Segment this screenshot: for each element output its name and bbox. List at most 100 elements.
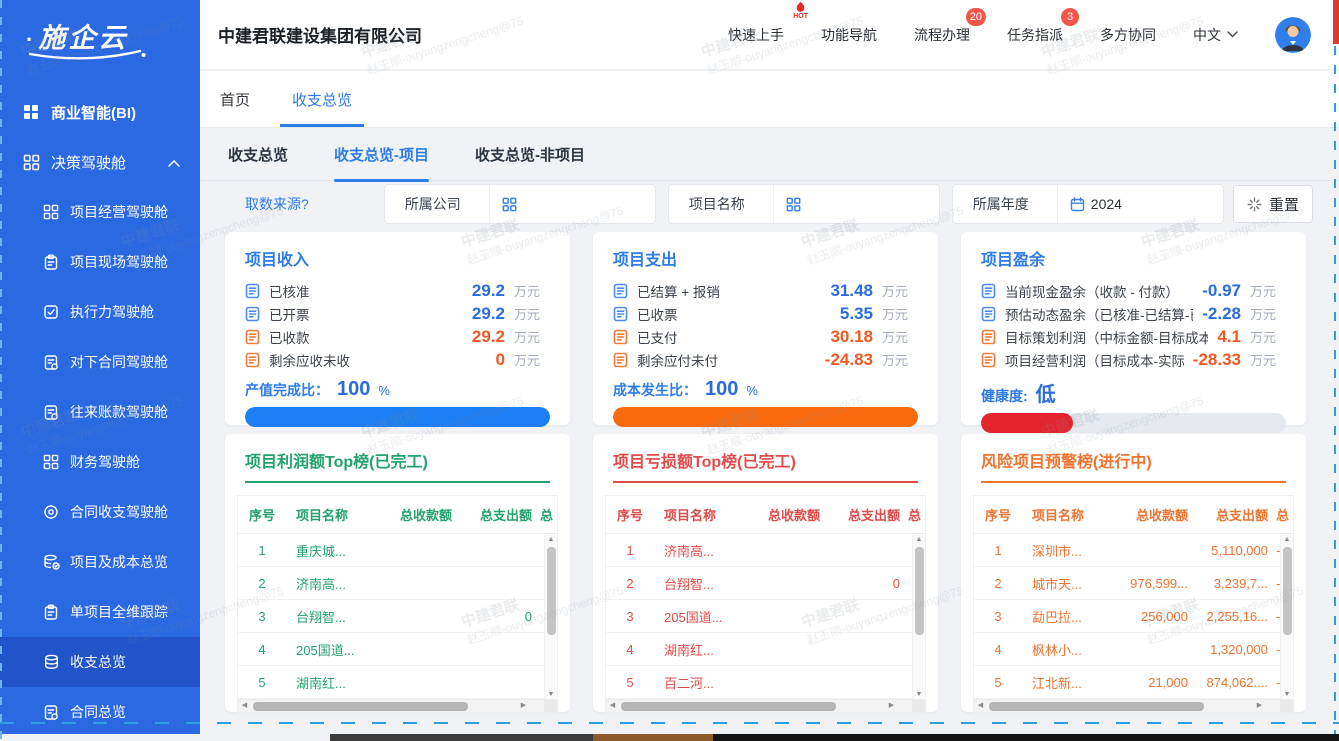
scrollbar-thumb[interactable]: [915, 547, 924, 635]
vertical-scrollbar[interactable]: ▲▼: [912, 535, 925, 699]
subtab-overview[interactable]: 收支总览: [228, 129, 288, 180]
scrollbar-thumb[interactable]: [989, 702, 1204, 711]
vertical-scrollbar[interactable]: ▲▼: [544, 535, 557, 699]
reset-button[interactable]: 重置: [1233, 185, 1313, 223]
table-cell: 0: [826, 576, 902, 591]
scroll-left-icon[interactable]: ◀: [974, 700, 987, 712]
tab-home[interactable]: 首页: [220, 71, 250, 127]
kpi-row: 已支付 30.18 万元: [593, 325, 938, 348]
horizontal-scrollbar[interactable]: ◀▶: [606, 699, 925, 712]
scroll-up-icon[interactable]: ▲: [913, 536, 925, 543]
sidebar-item-project-site[interactable]: 项目现场驾驶舱: [0, 237, 200, 287]
sidebar-item-label: 财务驾驶舱: [70, 452, 140, 472]
scroll-left-icon[interactable]: ◀: [606, 700, 619, 712]
kpi-label: 已收票: [637, 304, 831, 324]
kpi-unit: 万元: [882, 350, 918, 369]
loss-top-table: 序号项目名称总收款额总支出额总 1济南高...2台翔智...03205国道...…: [605, 495, 926, 713]
kpi-footer-unit: %: [746, 383, 758, 398]
subtab-overview-project[interactable]: 收支总览-项目: [334, 129, 429, 180]
scroll-up-icon[interactable]: ▲: [545, 536, 557, 543]
year-filter[interactable]: 所属年度 2024: [952, 184, 1224, 224]
table-row: 5湖南红...: [238, 666, 558, 699]
column-header: 总收款额: [1112, 505, 1194, 524]
kpi-value: 29.2: [472, 327, 505, 347]
scroll-down-icon[interactable]: ▼: [913, 691, 925, 698]
kpi-unit: 万元: [1250, 304, 1286, 323]
progress-fill: [245, 407, 550, 427]
nav-quick-start[interactable]: 快速上手 HOT: [728, 25, 784, 45]
sidebar-item-finance[interactable]: 财务驾驶舱: [0, 437, 200, 487]
nav-multi-party[interactable]: 多方协同: [1100, 25, 1156, 45]
column-header: 总: [1270, 505, 1294, 524]
scrollbar-thumb[interactable]: [547, 547, 556, 635]
profit-top-table: 序号项目名称总收款额总支出额总 1重庆城...2济南高...3台翔智...042…: [237, 495, 558, 713]
top-nav: 快速上手 HOT 功能导航 流程办理 20 任务指派 3 多方协同 中文: [728, 17, 1315, 53]
count-badge: 20: [966, 8, 986, 26]
scroll-down-icon[interactable]: ▼: [1281, 691, 1293, 698]
kpi-value: 29.2: [472, 281, 505, 301]
table-row: 1深圳市...5,110,000-: [974, 534, 1294, 567]
sidebar-item-contract-inout[interactable]: 合同收支驾驶舱: [0, 487, 200, 537]
scrollbar-thumb[interactable]: [253, 702, 468, 711]
sidebar-item-current-accounts[interactable]: 往来账款驾驶舱: [0, 387, 200, 437]
project-filter-field[interactable]: [773, 185, 939, 223]
screenshot-border-left: [0, 0, 2, 741]
rings-icon: [42, 504, 60, 520]
sidebar-group-decision-cockpit[interactable]: 决策驾驶舱: [0, 137, 200, 187]
table-cell: 湖南红...: [286, 673, 376, 692]
scroll-left-icon[interactable]: ◀: [238, 700, 251, 712]
vertical-scrollbar[interactable]: ▲▼: [1280, 535, 1293, 699]
kpi-value: 31.48: [830, 281, 873, 301]
title-underline: [613, 481, 918, 483]
company-filter[interactable]: 所属公司: [384, 184, 656, 224]
column-header: 项目名称: [286, 505, 376, 524]
language-selector[interactable]: 中文: [1193, 25, 1238, 45]
column-header: 序号: [238, 505, 286, 524]
year-filter-field[interactable]: 2024: [1057, 185, 1223, 223]
sidebar-item-sub-contract[interactable]: 对下合同驾驶舱: [0, 337, 200, 387]
horizontal-scrollbar[interactable]: ◀▶: [974, 699, 1293, 712]
project-name-filter[interactable]: 项目名称: [668, 184, 940, 224]
progress-fill: [981, 413, 1073, 433]
table-cell: 深圳市...: [1022, 541, 1112, 560]
data-source-link[interactable]: 取数来源?: [245, 194, 309, 214]
grid-outline-icon: [22, 154, 40, 171]
nav-process-handling[interactable]: 流程办理 20: [914, 25, 970, 45]
kpi-row: 已核准 29.2 万元: [225, 279, 570, 302]
kpi-card-project-surplus: 项目盈余 当前现金盈余（收款 - 付款） -0.97 万元 预估动态盈余（已核准…: [961, 232, 1306, 425]
column-header: 序号: [974, 505, 1022, 524]
subtab-overview-nonproject[interactable]: 收支总览-非项目: [475, 129, 585, 180]
scroll-right-icon[interactable]: ▶: [885, 700, 898, 712]
column-header: 总支出额: [1194, 505, 1270, 524]
kpi-row: 项目经营利润（目标成本-实际成本） -28.33 万元: [961, 348, 1306, 371]
sidebar-item-single-project-tracking[interactable]: 单项目全维跟踪: [0, 587, 200, 637]
hot-badge-text: HOT: [793, 13, 808, 20]
sidebar-item-project-operation[interactable]: 项目经营驾驶舱: [0, 187, 200, 237]
document-icon: [613, 283, 628, 299]
kpi-row: 目标策划利润（中标金额-目标成本） 4.1 万元: [961, 325, 1306, 348]
sidebar-item-project-cost-overview[interactable]: 项目及成本总览: [0, 537, 200, 587]
horizontal-scrollbar[interactable]: ◀▶: [238, 699, 557, 712]
table-cell: 5: [238, 675, 286, 690]
scroll-up-icon[interactable]: ▲: [1281, 536, 1293, 543]
table-cell: 城市天...: [1022, 574, 1112, 593]
company-filter-field[interactable]: [489, 185, 655, 223]
kpi-value: -24.83: [825, 350, 873, 370]
sidebar-item-contract-overview[interactable]: 合同总览: [0, 687, 200, 737]
sidebar-item-execution[interactable]: 执行力驾驶舱: [0, 287, 200, 337]
filter-label: 项目名称: [669, 194, 773, 214]
tab-income-expense-overview[interactable]: 收支总览: [292, 71, 352, 127]
scrollbar-thumb[interactable]: [1283, 547, 1292, 635]
scroll-right-icon[interactable]: ▶: [517, 700, 530, 712]
reset-label: 重置: [1269, 194, 1299, 215]
scroll-right-icon[interactable]: ▶: [1253, 700, 1266, 712]
scrollbar-thumb[interactable]: [621, 702, 836, 711]
table-cell: 4: [238, 642, 286, 657]
sidebar-item-bi[interactable]: 商业智能(BI): [0, 87, 200, 137]
user-avatar[interactable]: [1275, 17, 1311, 53]
nav-function-nav[interactable]: 功能导航: [821, 25, 877, 45]
nav-task-assignment[interactable]: 任务指派 3: [1007, 25, 1063, 45]
kpi-unit: 万元: [882, 327, 918, 346]
scroll-down-icon[interactable]: ▼: [545, 691, 557, 698]
sidebar-item-income-expense-overview[interactable]: 收支总览: [0, 637, 200, 687]
